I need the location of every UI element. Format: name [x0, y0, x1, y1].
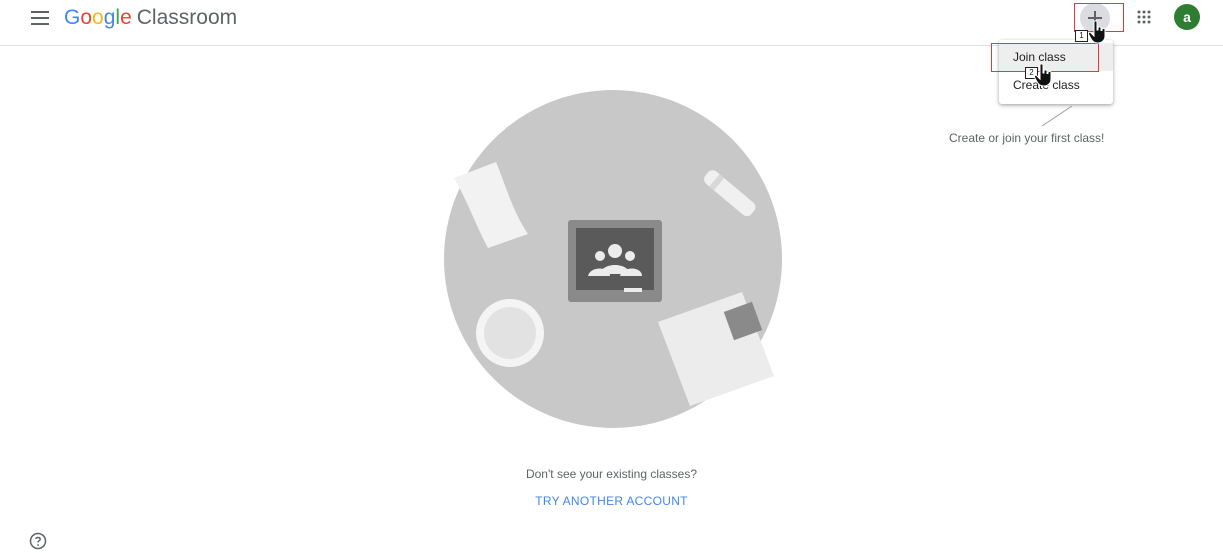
join-class-menu-item[interactable]: Join class — [999, 43, 1113, 71]
step-badge-1: 1 — [1075, 30, 1088, 42]
product-name: Classroom — [136, 6, 238, 29]
no-classes-message: Don't see your existing classes? — [525, 467, 698, 481]
logo-letter: o — [92, 6, 104, 29]
logo-letter: e — [120, 6, 132, 29]
hint-pointer-line — [1041, 105, 1073, 127]
empty-classroom-illustration — [444, 90, 782, 428]
hamburger-menu-icon — [31, 11, 49, 25]
onboarding-hint: Create or join your first class! — [949, 131, 1105, 145]
plus-icon — [1088, 11, 1102, 25]
create-or-join-button[interactable] — [1078, 3, 1112, 33]
apps-grid-icon — [1137, 10, 1151, 24]
add-class-menu: Join class Create class — [999, 40, 1113, 104]
logo-letter: o — [80, 6, 93, 29]
account-avatar[interactable]: a — [1174, 4, 1200, 30]
help-circle-icon — [29, 532, 47, 550]
add-button-hover — [1080, 3, 1110, 33]
try-another-account-link-row: TRY ANOTHER ACCOUNT — [0, 494, 1223, 508]
main-menu-button[interactable] — [28, 6, 52, 30]
google-classroom-logo[interactable]: Go o g l e Classroom — [64, 5, 237, 31]
try-another-account-link[interactable]: TRY ANOTHER ACCOUNT — [535, 494, 688, 508]
create-class-menu-item[interactable]: Create class — [999, 71, 1113, 99]
help-button[interactable] — [28, 531, 48, 551]
logo-letter: g — [103, 6, 116, 29]
google-apps-button[interactable] — [1134, 7, 1154, 27]
classroom-page: Go o g l e Classroom a Join class Create… — [0, 0, 1223, 553]
step-badge-2: 2 — [1025, 67, 1038, 79]
logo-letter: G — [64, 6, 81, 29]
